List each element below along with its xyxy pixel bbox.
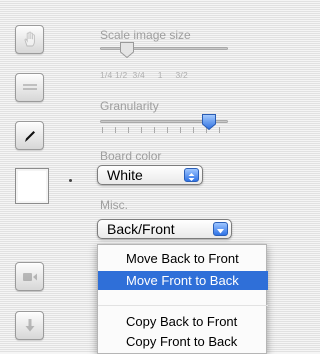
scale-slider-thumb[interactable] — [119, 41, 135, 64]
pencil-icon — [24, 130, 35, 142]
board-color-label: Board color — [100, 149, 162, 163]
scale-tick-labels: 1/4 1/2 3/4 1 3/2 — [100, 70, 188, 80]
granularity-slider-thumb[interactable] — [201, 113, 217, 136]
eraser-icon — [22, 83, 37, 90]
scale-label: Scale image size — [100, 28, 191, 42]
misc-popup[interactable]: Back/Front — [97, 219, 232, 239]
granularity-label: Granularity — [100, 99, 159, 113]
board-color-value: White — [107, 167, 143, 183]
pencil-tool-button[interactable] — [15, 121, 44, 150]
misc-value: Back/Front — [107, 221, 175, 237]
hand-icon — [24, 31, 35, 47]
hand-tool-button[interactable] — [15, 25, 44, 54]
download-icon — [25, 319, 34, 332]
record-icon — [22, 272, 37, 281]
misc-label: Misc. — [100, 198, 128, 212]
popup-arrows-icon — [184, 168, 199, 182]
record-tool-button[interactable] — [15, 262, 44, 291]
swatch-indicator-dot — [69, 179, 72, 182]
eraser-tool-button[interactable] — [15, 73, 44, 102]
menu-item-copy-back-to-front[interactable]: Copy Back to Front — [98, 312, 268, 331]
menu-separator — [98, 305, 268, 306]
popup-arrow-down-icon — [213, 222, 228, 236]
board-color-swatch[interactable] — [15, 168, 49, 204]
menu-item-move-back-to-front[interactable]: Move Back to Front — [98, 249, 268, 268]
slider-knob-icon — [202, 114, 216, 131]
slider-knob-icon — [120, 42, 134, 59]
download-tool-button[interactable] — [15, 311, 44, 340]
misc-menu: Move Back to Front Move Front to Back Co… — [97, 244, 268, 354]
left-toolbar — [0, 0, 72, 353]
board-color-popup[interactable]: White — [97, 165, 203, 185]
menu-item-move-front-to-back[interactable]: Move Front to Back — [98, 271, 268, 290]
menu-item-copy-front-to-back[interactable]: Copy Front to Back — [98, 332, 268, 351]
